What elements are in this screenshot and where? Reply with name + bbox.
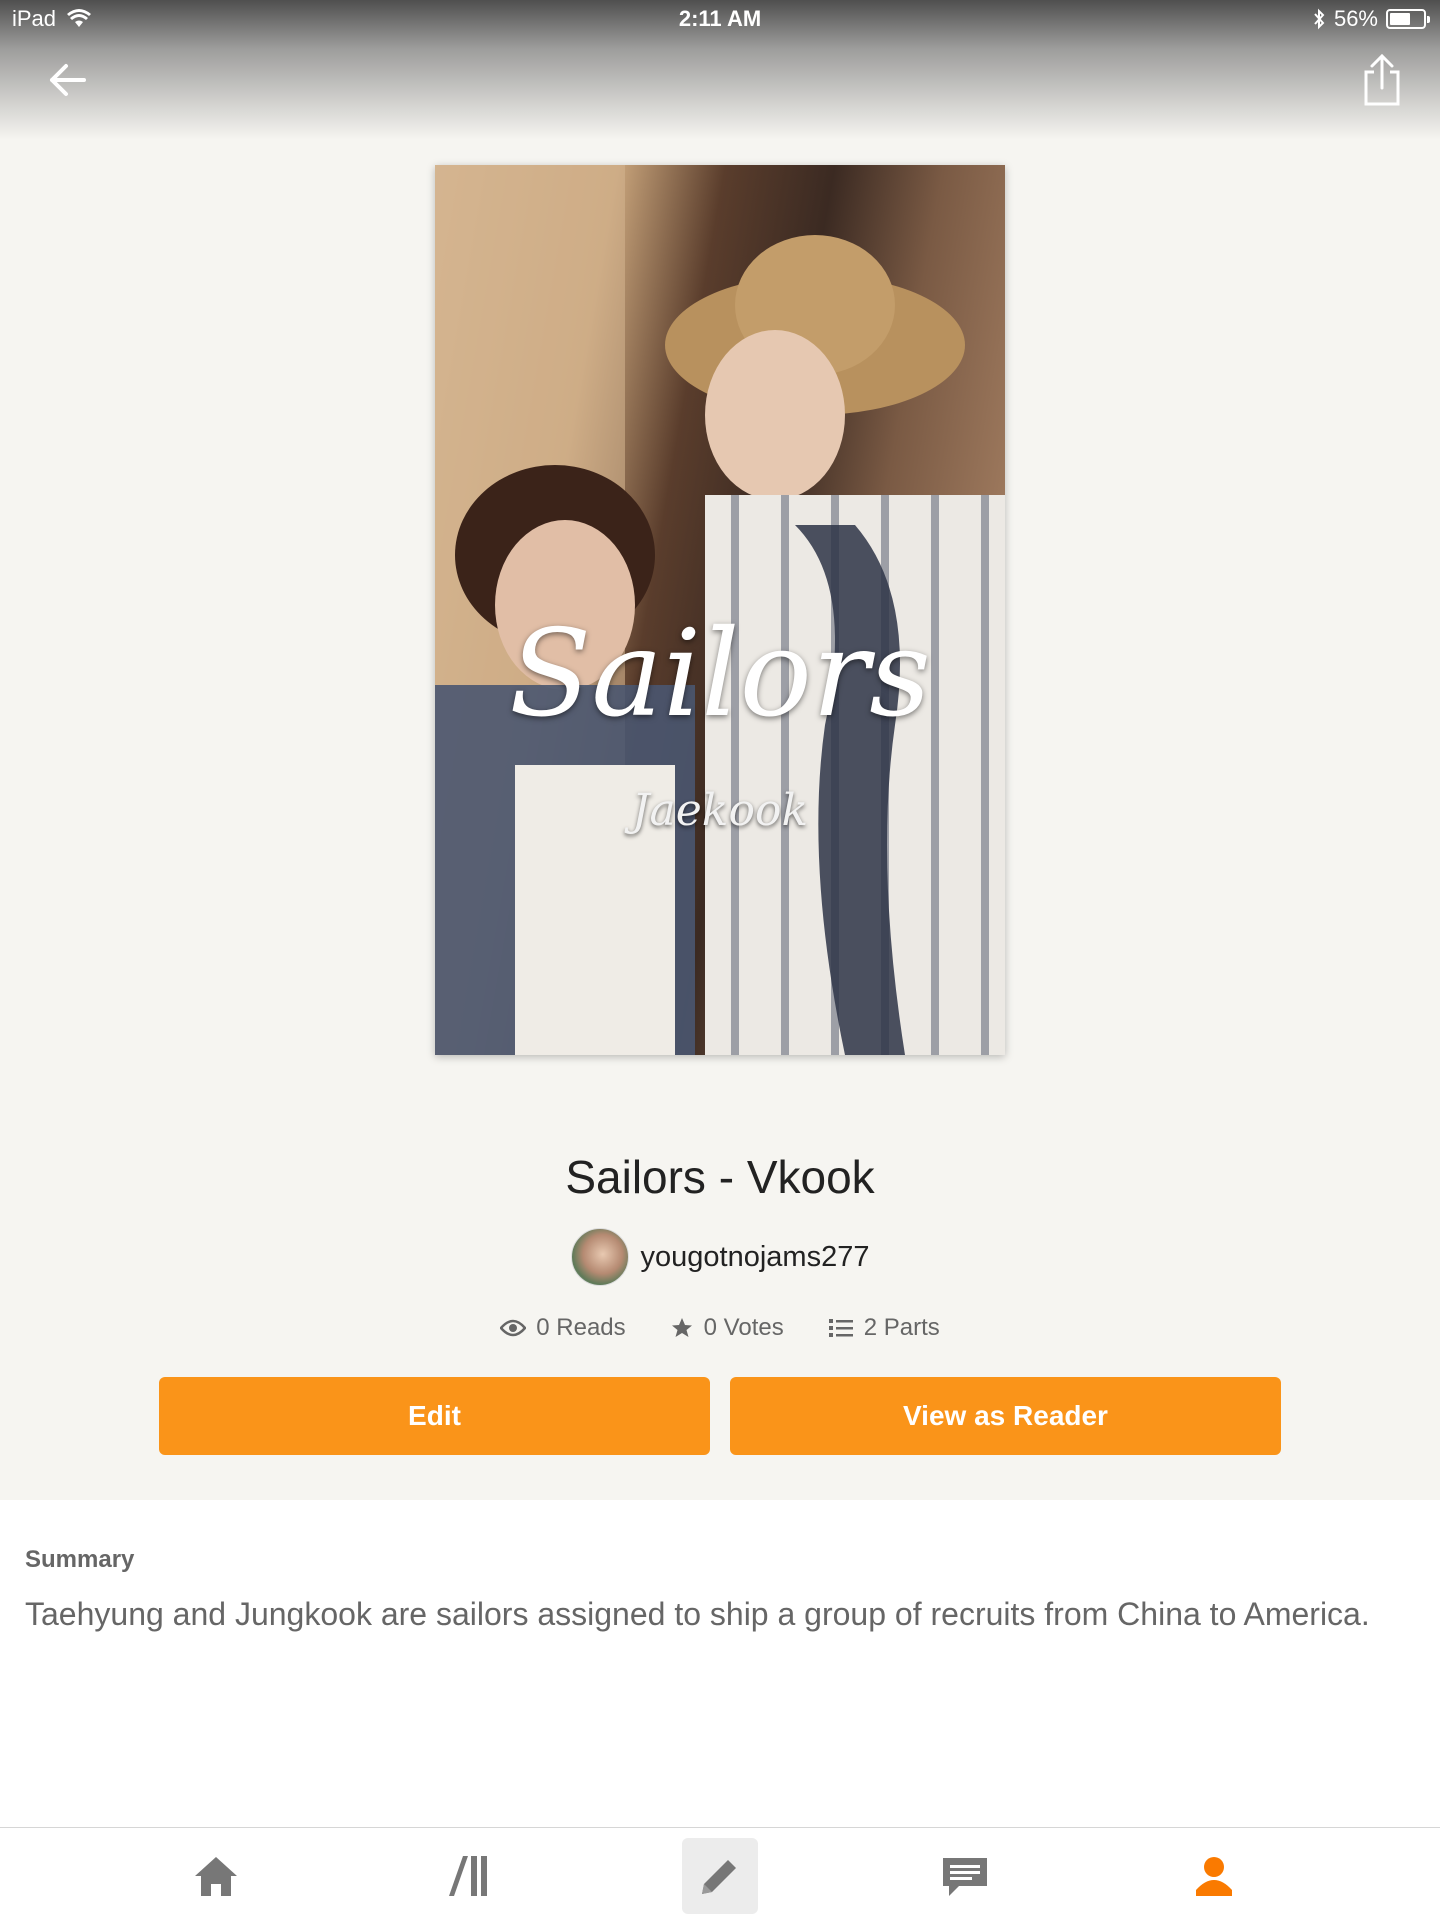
list-icon [828,1319,853,1337]
cover-subtitle: Jaekook [631,785,809,836]
parts-stat: 2 Parts [828,1314,940,1342]
battery-percent: 56% [1333,6,1378,31]
votes-count: 0 Votes [703,1314,784,1341]
votes-stat: 0 Votes [670,1314,784,1342]
tab-library[interactable] [429,1838,505,1914]
parts-count: 2 Parts [863,1314,940,1341]
reads-stat: 0 Reads [500,1314,626,1342]
share-icon[interactable] [1358,52,1406,108]
profile-icon [1196,1857,1232,1896]
home-icon [195,1857,237,1896]
tab-write[interactable] [682,1838,758,1914]
status-right: 56% [1312,6,1430,32]
author-avatar[interactable] [570,1228,629,1286]
bluetooth-icon [1314,8,1325,30]
summary-label: Summary [25,1546,135,1573]
stats-row: 0 Reads 0 Votes 2 Parts [0,1314,1440,1342]
status-bar: iPad 2:11 AM 56% [0,0,1440,40]
eye-icon [500,1319,527,1337]
author-name[interactable]: yougotnojams277 [641,1241,870,1274]
tab-profile[interactable] [1176,1838,1252,1914]
tab-bar [0,1827,1440,1921]
tab-messages[interactable] [927,1838,1003,1914]
summary-text: Taehyung and Jungkook are sailors assign… [25,1596,1370,1632]
story-cover[interactable]: Sailors Jaekook [435,165,1005,1055]
status-time: 2:11 AM [678,6,762,31]
author-row[interactable]: yougotnojams277 [0,1228,1440,1286]
battery-icon [1386,9,1430,29]
view-as-reader-button[interactable]: View as Reader [730,1377,1281,1455]
library-icon [449,1856,487,1896]
reads-count: 0 Reads [536,1314,626,1341]
write-icon [702,1860,736,1894]
tab-home[interactable] [178,1838,254,1914]
messages-icon [943,1858,987,1896]
back-arrow-icon[interactable] [44,56,92,104]
star-icon [671,1318,692,1337]
cover-title: Sailors [509,605,931,744]
summary-panel: Summary Taehyung and Jungkook are sailor… [0,1500,1440,1827]
story-title: Sailors - Vkook [565,1151,875,1203]
edit-button[interactable]: Edit [159,1377,710,1455]
